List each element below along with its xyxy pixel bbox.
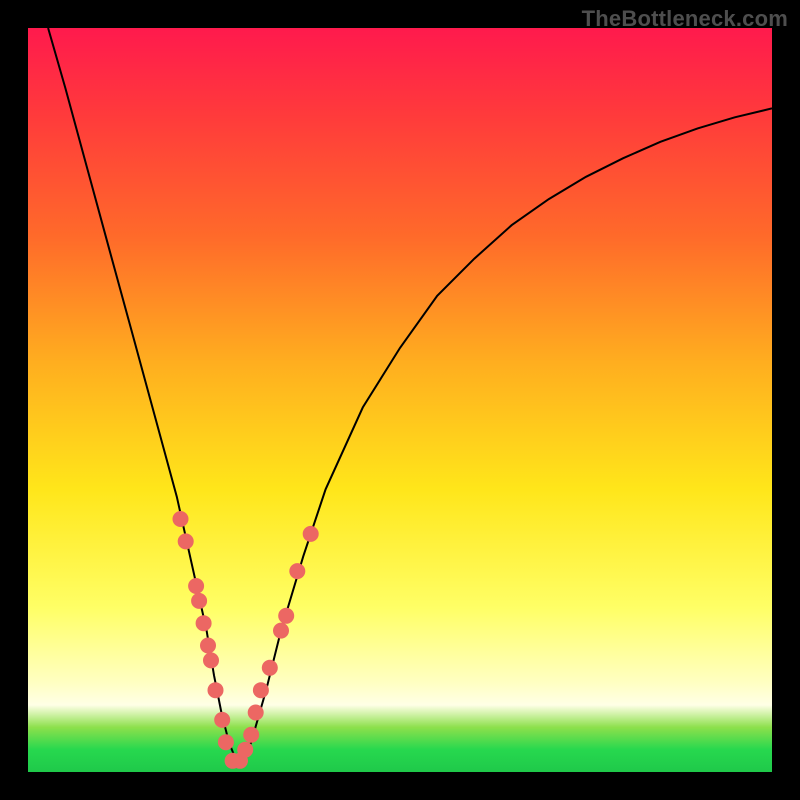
data-marker: [273, 623, 289, 639]
data-marker: [196, 615, 212, 631]
data-marker: [262, 660, 278, 676]
data-marker: [237, 742, 253, 758]
data-marker: [191, 593, 207, 609]
chart-svg: [28, 28, 772, 772]
data-marker: [218, 734, 234, 750]
data-marker: [214, 712, 230, 728]
data-marker: [303, 526, 319, 542]
data-marker: [289, 563, 305, 579]
data-marker: [200, 638, 216, 654]
data-marker: [188, 578, 204, 594]
marker-group: [173, 511, 319, 769]
data-marker: [243, 727, 259, 743]
data-marker: [203, 652, 219, 668]
data-marker: [278, 608, 294, 624]
data-marker: [253, 682, 269, 698]
bottleneck-curve: [48, 28, 772, 761]
data-marker: [173, 511, 189, 527]
data-marker: [248, 705, 264, 721]
data-marker: [208, 682, 224, 698]
data-marker: [178, 533, 194, 549]
